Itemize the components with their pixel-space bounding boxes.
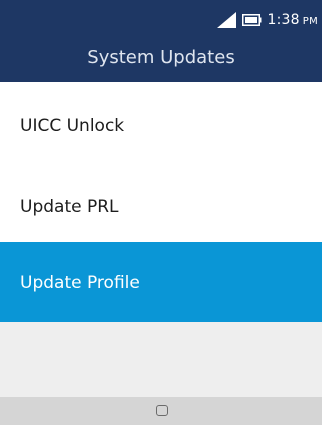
- menu-item-update-profile[interactable]: Update Profile: [0, 242, 322, 322]
- battery-icon: [242, 14, 262, 26]
- page-title: System Updates: [87, 47, 235, 68]
- clock-time: 1:38: [267, 12, 300, 28]
- softkey-bar: [0, 397, 322, 425]
- clock: 1:38 PM: [267, 12, 318, 28]
- app-header: System Updates: [0, 38, 322, 82]
- menu-item-uicc-unlock[interactable]: UICC Unlock: [0, 90, 322, 160]
- menu-item-update-prl[interactable]: Update PRL: [0, 172, 322, 242]
- menu-item-label: Update Profile: [20, 273, 140, 293]
- menu-item-label: UICC Unlock: [20, 116, 125, 136]
- signal-icon: [217, 12, 237, 28]
- select-icon[interactable]: [156, 405, 168, 416]
- status-indicators: 1:38 PM: [217, 12, 318, 28]
- menu-item-label: Update PRL: [20, 197, 119, 217]
- clock-ampm: PM: [302, 16, 318, 27]
- status-bar: 1:38 PM: [0, 0, 322, 38]
- empty-list-area: [0, 322, 322, 397]
